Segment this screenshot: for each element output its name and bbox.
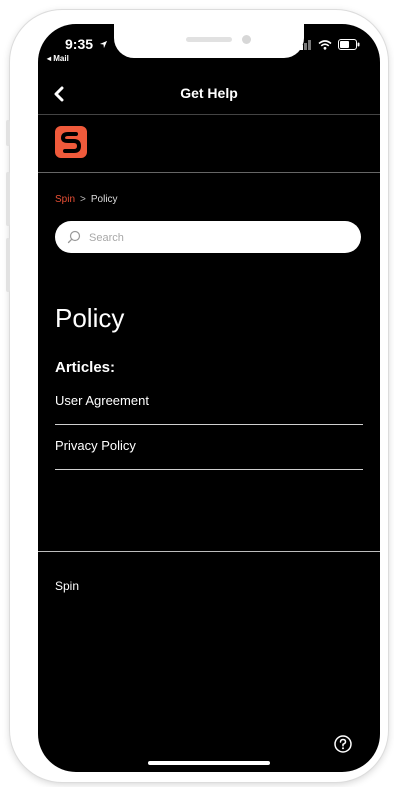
volume-down-button bbox=[6, 238, 10, 292]
back-to-app-label: Mail bbox=[53, 54, 69, 63]
search-input[interactable] bbox=[87, 228, 351, 248]
nav-bar: Get Help bbox=[38, 76, 380, 115]
articles-heading: Articles: bbox=[55, 359, 116, 376]
battery-icon bbox=[338, 39, 360, 50]
nav-title: Get Help bbox=[180, 85, 238, 101]
help-icon-glyph bbox=[334, 735, 352, 753]
breadcrumb: Spin > Policy bbox=[55, 194, 118, 205]
speaker bbox=[186, 37, 232, 42]
footer-divider bbox=[38, 551, 380, 552]
spin-logo-glyph bbox=[61, 132, 81, 153]
brand-header bbox=[38, 114, 380, 173]
location-arrow-icon bbox=[99, 40, 108, 49]
wifi-icon bbox=[318, 39, 332, 50]
article-label: Privacy Policy bbox=[55, 438, 136, 453]
home-indicator[interactable] bbox=[148, 761, 270, 765]
phone-frame: 9:35 ◂ Mail Get Help Spin > Policy Searc… bbox=[6, 10, 388, 782]
app-screen: 9:35 ◂ Mail Get Help Spin > Policy Searc… bbox=[38, 24, 380, 772]
volume-up-button bbox=[6, 172, 10, 226]
status-time-text: 9:35 bbox=[65, 36, 94, 52]
help-icon[interactable] bbox=[333, 734, 353, 759]
breadcrumb-separator: > bbox=[80, 194, 86, 205]
spin-logo-icon[interactable] bbox=[55, 126, 87, 158]
article-label: User Agreement bbox=[55, 393, 149, 408]
notch bbox=[114, 24, 304, 58]
status-indicators bbox=[296, 39, 360, 50]
signal-icon bbox=[296, 39, 311, 50]
page-title: Policy bbox=[55, 303, 125, 333]
article-link-privacy-policy[interactable]: Privacy Policy bbox=[55, 424, 363, 470]
mute-switch bbox=[6, 120, 10, 146]
back-to-app[interactable]: ◂ Mail bbox=[47, 54, 69, 63]
camera bbox=[242, 35, 251, 44]
status-time: 9:35 bbox=[65, 36, 108, 52]
footer-brand-text: Spin bbox=[55, 579, 80, 593]
search-icon bbox=[67, 230, 81, 244]
breadcrumb-home-link[interactable]: Spin bbox=[55, 194, 75, 205]
article-link-user-agreement[interactable]: User Agreement bbox=[55, 379, 363, 425]
search-box[interactable] bbox=[55, 221, 361, 253]
breadcrumb-current: Policy bbox=[90, 194, 118, 205]
